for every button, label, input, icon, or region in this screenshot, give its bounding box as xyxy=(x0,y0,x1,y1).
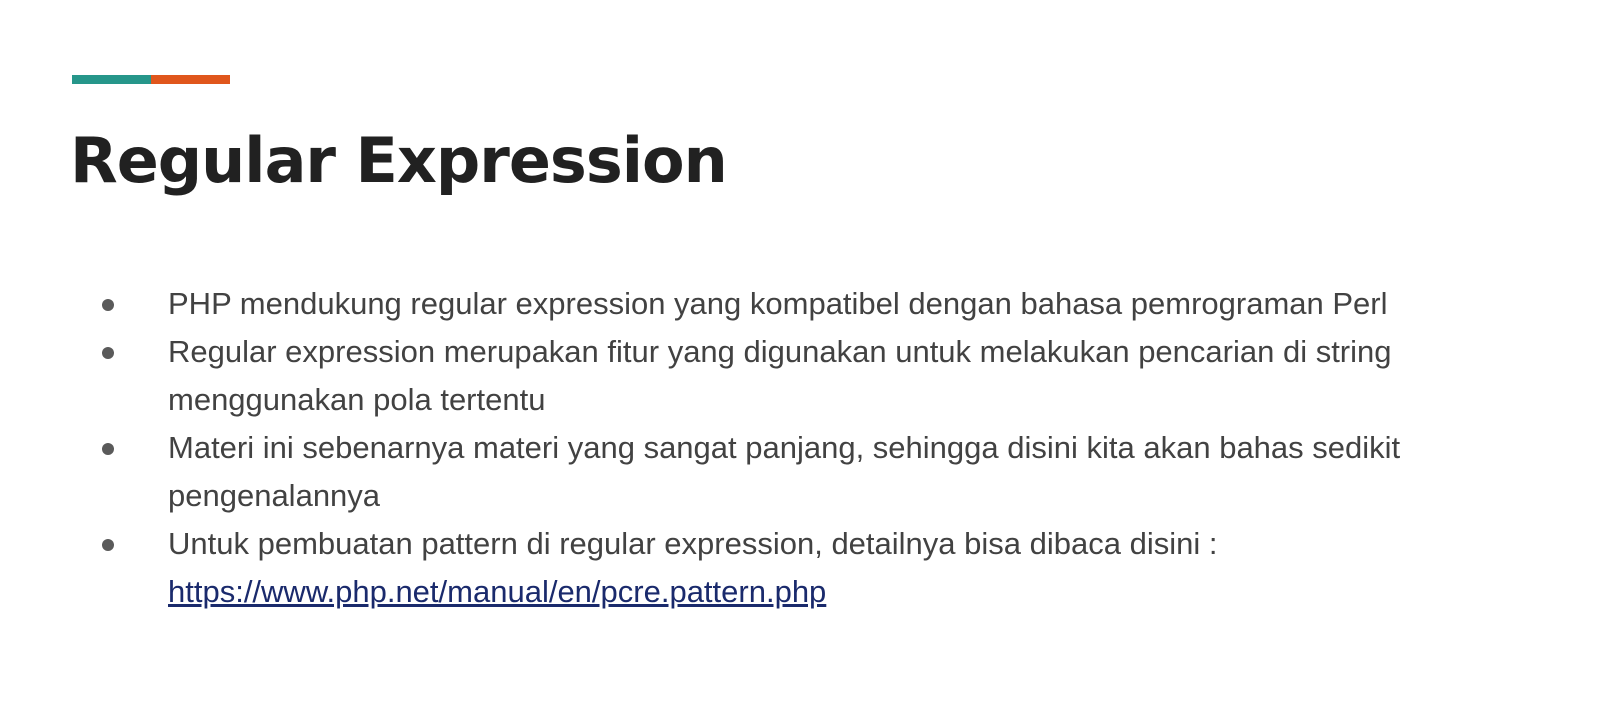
bullet-text-with-link: Untuk pembuatan pattern di regular expre… xyxy=(168,520,1560,616)
slide-title: Regular Expression xyxy=(70,124,728,197)
bullet-item: Regular expression merupakan fitur yang … xyxy=(100,328,1560,424)
bullet-dot xyxy=(102,347,114,359)
bullet-item: Materi ini sebenarnya materi yang sangat… xyxy=(100,424,1560,520)
title-accent-bar xyxy=(72,75,230,84)
bullet-text: Regular expression merupakan fitur yang … xyxy=(168,334,1392,417)
accent-bar-teal xyxy=(72,75,151,84)
bullet-text: Untuk pembuatan pattern di regular expre… xyxy=(168,526,1218,561)
pcre-pattern-link[interactable]: https://www.php.net/manual/en/pcre.patte… xyxy=(168,574,826,609)
slide: Regular Expression PHP mendukung regular… xyxy=(0,0,1620,701)
bullet-dot xyxy=(102,539,114,551)
bullet-item: PHP mendukung regular expression yang ko… xyxy=(100,280,1560,328)
accent-bar-orange xyxy=(151,75,230,84)
bullet-text: Materi ini sebenarnya materi yang sangat… xyxy=(168,430,1401,513)
bullet-text: PHP mendukung regular expression yang ko… xyxy=(168,286,1388,321)
bullet-item: Untuk pembuatan pattern di regular expre… xyxy=(100,520,1560,616)
bullet-dot xyxy=(102,299,114,311)
bullet-dot xyxy=(102,443,114,455)
bullet-list: PHP mendukung regular expression yang ko… xyxy=(100,280,1560,616)
